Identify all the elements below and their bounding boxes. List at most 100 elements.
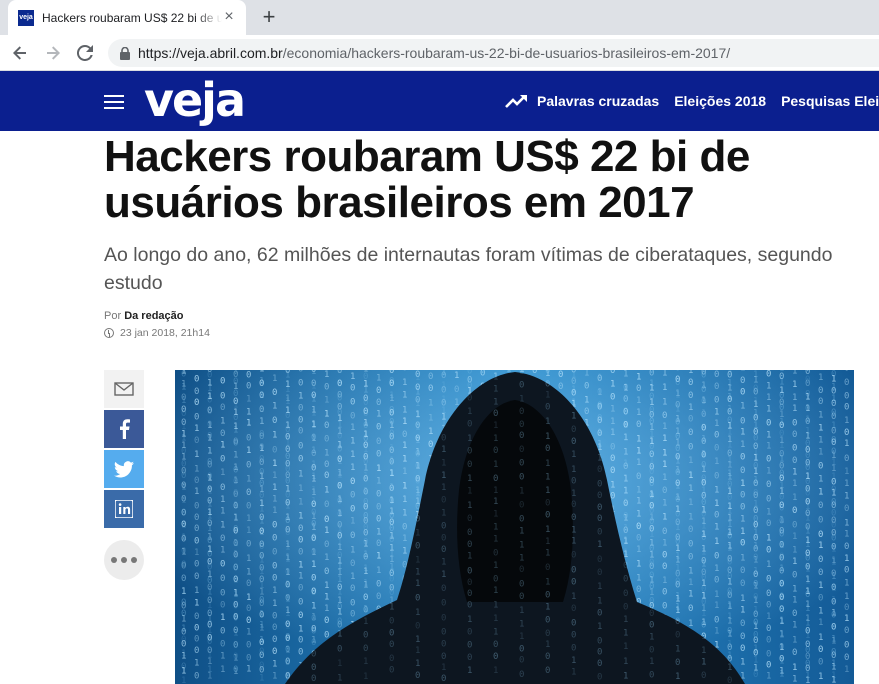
svg-text:0: 0 [467, 640, 472, 650]
svg-text:0: 0 [662, 486, 667, 496]
svg-text:1: 1 [402, 417, 407, 427]
url-host: https://veja.abril.com.br [138, 45, 283, 61]
svg-text:0: 0 [298, 416, 303, 426]
svg-text:1: 1 [324, 485, 329, 495]
svg-text:0: 0 [441, 674, 446, 684]
svg-text:1: 1 [571, 385, 576, 395]
svg-text:0: 0 [701, 385, 706, 395]
svg-text:0: 0 [233, 641, 238, 651]
svg-text:1: 1 [337, 674, 342, 684]
svg-text:1: 1 [272, 471, 277, 481]
svg-text:1: 1 [246, 665, 251, 675]
svg-text:0: 0 [831, 435, 836, 445]
svg-text:0: 0 [740, 644, 745, 654]
svg-text:0: 0 [740, 579, 745, 589]
svg-text:1: 1 [792, 404, 797, 414]
share-email-button[interactable] [104, 370, 144, 408]
svg-text:0: 0 [805, 590, 810, 600]
svg-text:0: 0 [727, 676, 732, 684]
svg-text:1: 1 [740, 594, 745, 604]
svg-text:0: 0 [727, 558, 732, 568]
reload-icon[interactable] [73, 41, 97, 65]
svg-text:1: 1 [402, 454, 407, 464]
share-linkedin-button[interactable] [104, 490, 144, 528]
share-facebook-button[interactable] [104, 410, 144, 448]
new-tab-icon[interactable]: + [258, 6, 280, 28]
svg-text:0: 0 [363, 457, 368, 467]
menu-icon[interactable] [104, 95, 124, 109]
svg-text:1: 1 [688, 403, 693, 413]
svg-text:0: 0 [389, 496, 394, 506]
svg-text:0: 0 [337, 551, 342, 561]
svg-text:1: 1 [688, 567, 693, 577]
byline-author[interactable]: Da redação [124, 310, 183, 322]
svg-text:0: 0 [844, 391, 849, 401]
svg-text:1: 1 [545, 603, 550, 613]
svg-text:0: 0 [259, 491, 264, 501]
back-icon[interactable] [8, 41, 32, 65]
svg-text:1: 1 [662, 460, 667, 470]
address-bar[interactable]: https://veja.abril.com.br/economia/hacke… [108, 39, 879, 67]
svg-text:1: 1 [233, 590, 238, 600]
svg-text:1: 1 [623, 486, 628, 496]
svg-text:0: 0 [194, 536, 199, 546]
share-twitter-button[interactable] [104, 450, 144, 488]
svg-text:0: 0 [441, 652, 446, 662]
svg-text:0: 0 [753, 461, 758, 471]
svg-text:1: 1 [389, 603, 394, 613]
svg-text:0: 0 [818, 555, 823, 565]
nav-link-eleicoes-2018[interactable]: Eleições 2018 [674, 93, 766, 109]
veja-logo[interactable]: veja [144, 75, 246, 125]
lock-icon [120, 46, 130, 60]
svg-text:1: 1 [701, 548, 706, 558]
svg-text:0: 0 [571, 425, 576, 435]
svg-text:1: 1 [311, 370, 316, 377]
svg-text:1: 1 [415, 646, 420, 656]
svg-text:1: 1 [259, 416, 264, 426]
svg-text:1: 1 [246, 446, 251, 456]
svg-text:0: 0 [623, 395, 628, 405]
svg-text:0: 0 [519, 580, 524, 590]
close-tab-icon[interactable]: × [221, 9, 237, 25]
byline-prefix: Por [104, 310, 122, 322]
nav-link-pesquisas-eleitorais[interactable]: Pesquisas Eleitorais [781, 93, 879, 109]
browser-tab[interactable]: veja Hackers roubaram US$ 22 bi de usuár… [8, 0, 246, 35]
svg-text:0: 0 [493, 446, 498, 456]
svg-text:0: 0 [441, 627, 446, 637]
svg-text:1: 1 [571, 656, 576, 666]
svg-text:0: 0 [298, 535, 303, 545]
svg-text:1: 1 [363, 564, 368, 574]
svg-text:1: 1 [623, 548, 628, 558]
svg-text:1: 1 [714, 419, 719, 429]
svg-text:0: 0 [519, 655, 524, 665]
svg-text:1: 1 [467, 474, 472, 484]
svg-text:0: 0 [779, 469, 784, 479]
forward-icon[interactable] [41, 41, 65, 65]
svg-text:1: 1 [194, 487, 199, 497]
svg-text:0: 0 [220, 391, 225, 401]
svg-text:0: 0 [376, 370, 381, 371]
svg-text:0: 0 [376, 514, 381, 524]
svg-text:0: 0 [350, 598, 355, 608]
share-more-button[interactable] [104, 540, 144, 580]
svg-text:0: 0 [337, 644, 342, 654]
svg-text:0: 0 [272, 445, 277, 455]
svg-text:1: 1 [259, 370, 264, 374]
svg-text:1: 1 [220, 521, 225, 531]
nav-link-palavras-cruzadas[interactable]: Palavras cruzadas [537, 93, 659, 109]
svg-text:0: 0 [727, 493, 732, 503]
svg-text:0: 0 [194, 398, 199, 408]
svg-text:0: 0 [389, 524, 394, 534]
svg-text:0: 0 [805, 404, 810, 414]
svg-text:1: 1 [805, 426, 810, 436]
svg-text:0: 0 [675, 509, 680, 519]
svg-text:1: 1 [805, 631, 810, 641]
svg-text:0: 0 [545, 379, 550, 389]
svg-text:1: 1 [792, 674, 797, 684]
svg-text:1: 1 [337, 370, 342, 375]
svg-text:1: 1 [688, 471, 693, 481]
svg-text:1: 1 [844, 530, 849, 540]
svg-text:0: 0 [805, 451, 810, 461]
svg-text:1: 1 [467, 552, 472, 562]
svg-text:0: 0 [324, 500, 329, 510]
